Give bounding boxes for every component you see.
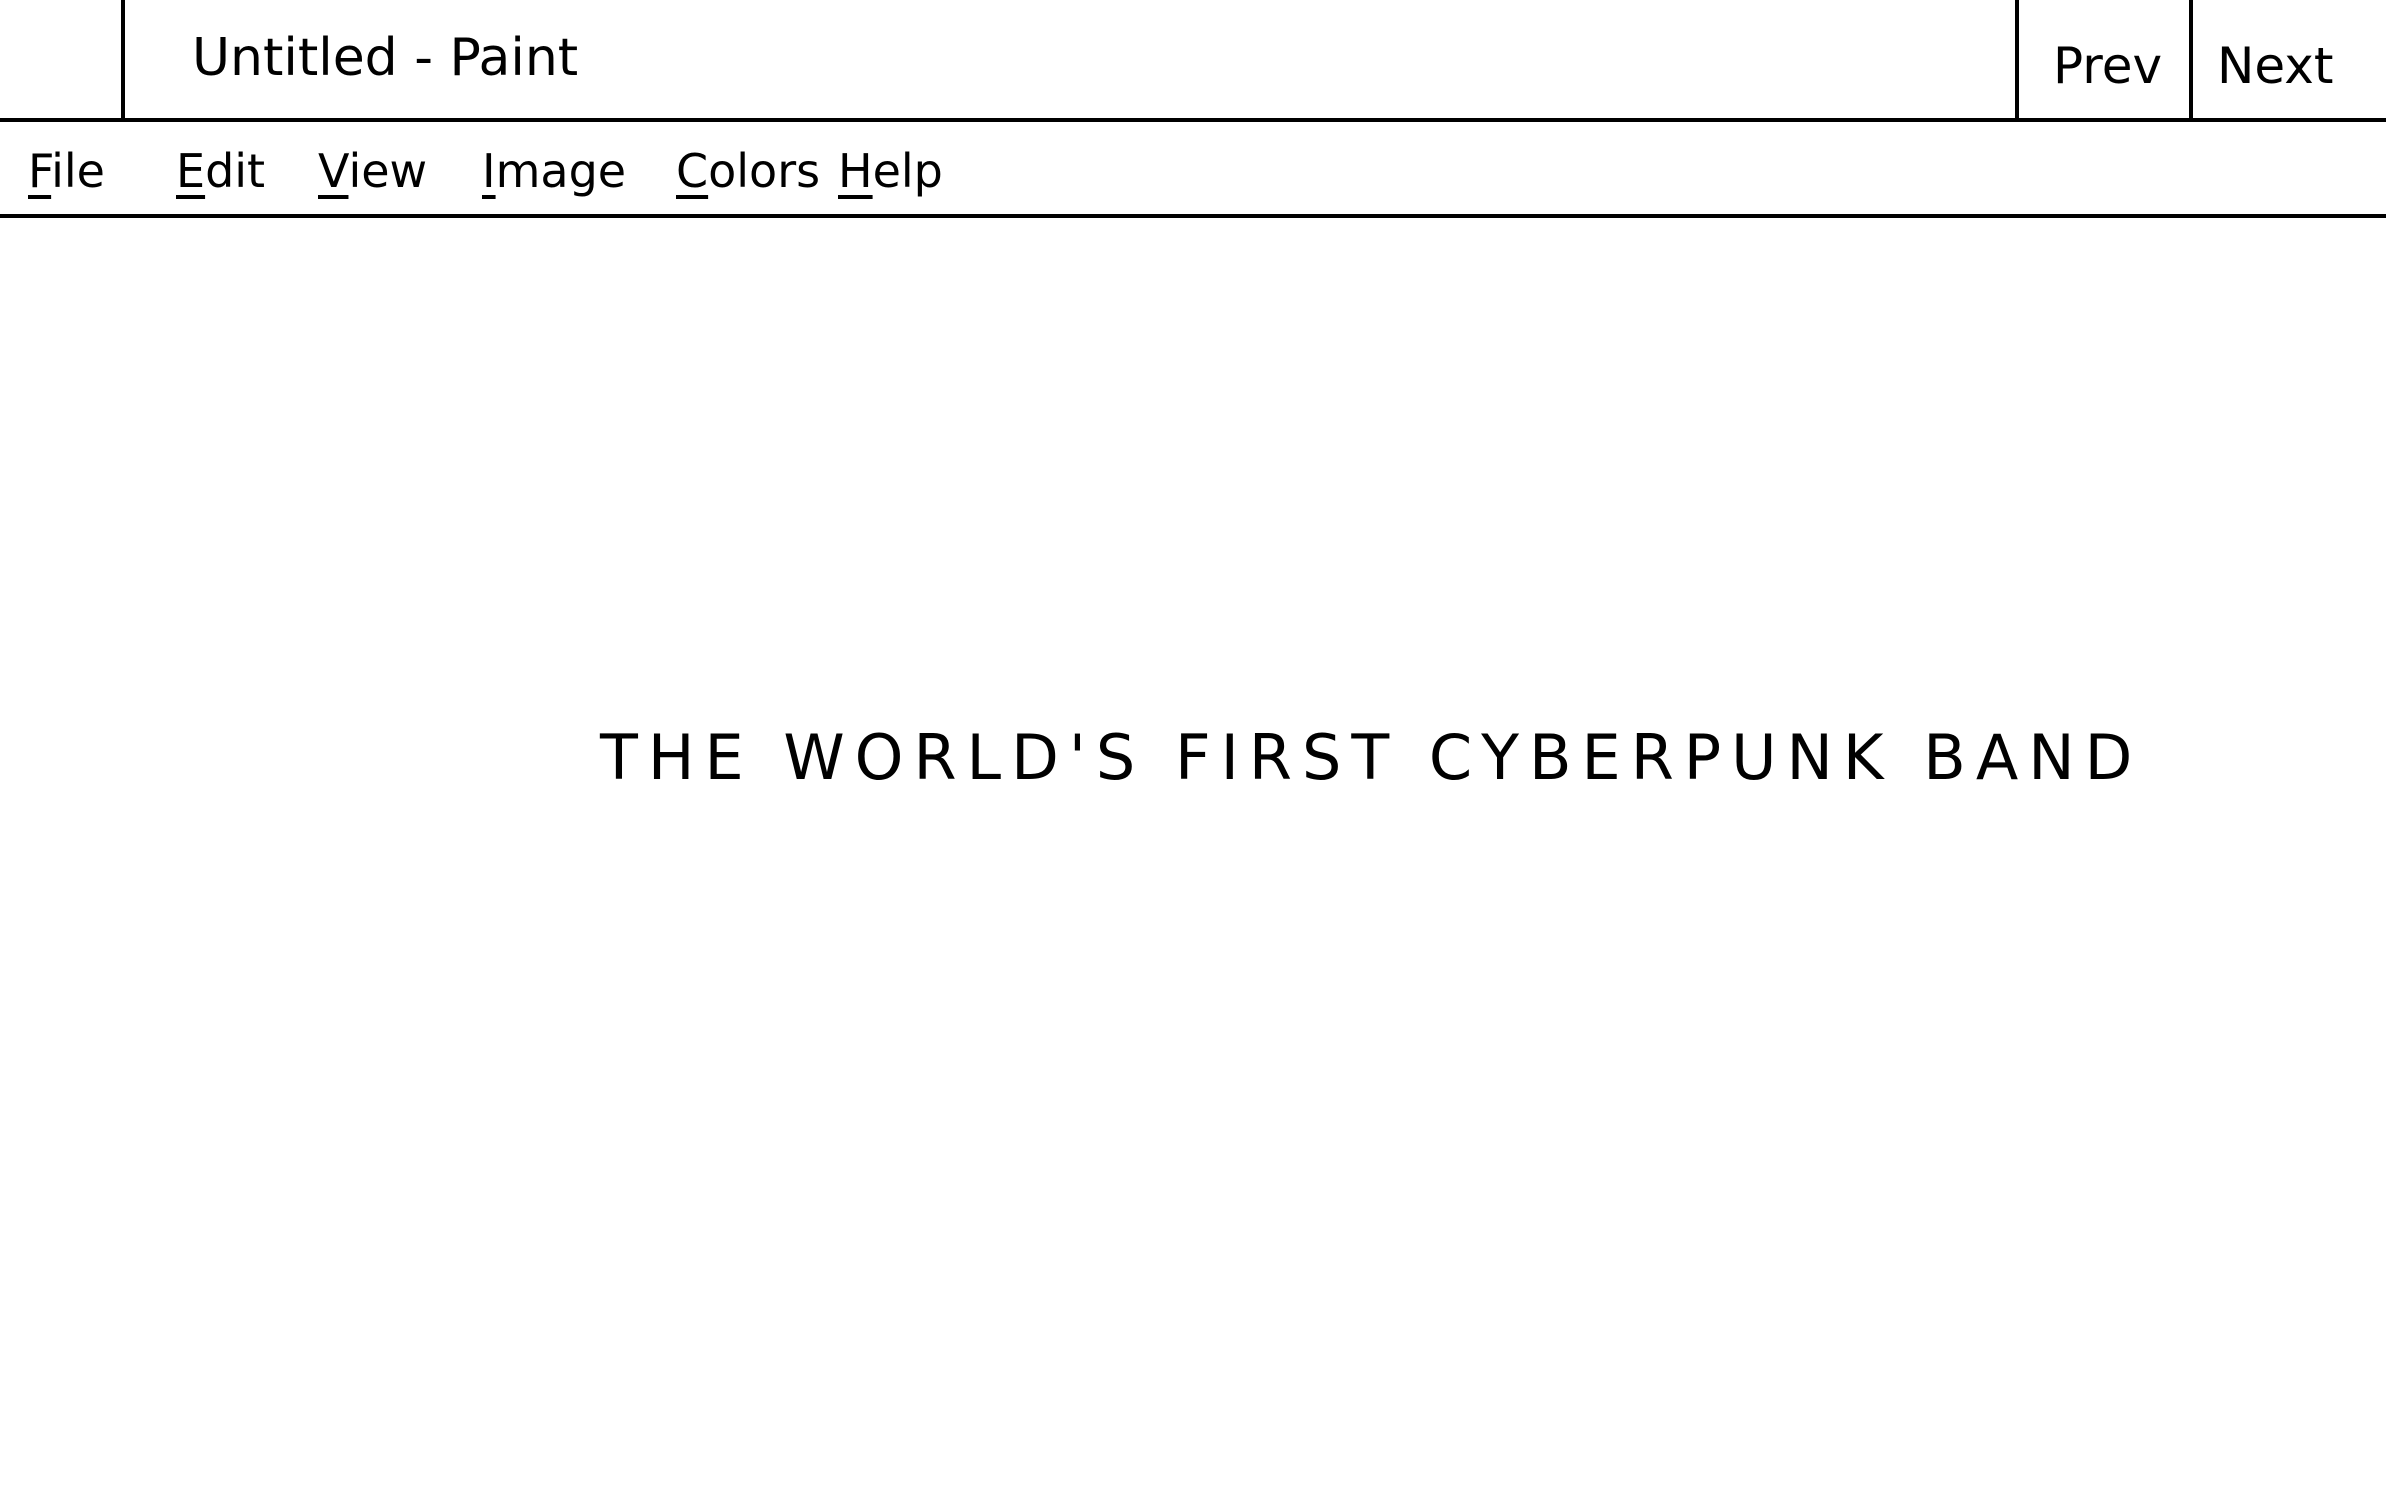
menu-edit[interactable]: Edit	[176, 144, 265, 198]
menu-edit-accelerator: E	[176, 144, 206, 198]
menu-edit-label: dit	[205, 144, 266, 198]
menu-colors-label: olors	[708, 144, 821, 198]
menu-view[interactable]: View	[318, 144, 427, 198]
menu-help-accelerator: H	[838, 144, 873, 198]
menu-bar: File Edit View Image Colors Help	[0, 122, 2386, 218]
menu-colors-accelerator: C	[676, 144, 709, 198]
menu-help-label: elp	[872, 144, 943, 198]
title-bar: Untitled - Paint Prev Next	[0, 0, 2386, 122]
menu-image[interactable]: Image	[482, 144, 626, 198]
prev-button[interactable]: Prev	[2015, 0, 2192, 122]
menu-image-label: mage	[495, 144, 627, 198]
menu-help[interactable]: Help	[838, 144, 943, 198]
next-button[interactable]: Next	[2189, 0, 2386, 122]
window-title: Untitled - Paint	[192, 28, 579, 88]
menu-colors[interactable]: Colors	[676, 144, 820, 198]
menu-file-accelerator: F	[28, 144, 52, 198]
menu-image-accelerator: I	[482, 144, 496, 198]
canvas-text: THE WORLD'S FIRST CYBERPUNK BAND	[600, 721, 2143, 794]
menu-view-label: iew	[348, 144, 428, 198]
menu-file[interactable]: File	[28, 144, 105, 198]
menu-view-accelerator: V	[318, 144, 349, 198]
drawing-canvas[interactable]: THE WORLD'S FIRST CYBERPUNK BAND	[0, 218, 2386, 1491]
menu-file-label: ile	[51, 144, 105, 198]
app-icon-slot[interactable]	[0, 0, 125, 118]
